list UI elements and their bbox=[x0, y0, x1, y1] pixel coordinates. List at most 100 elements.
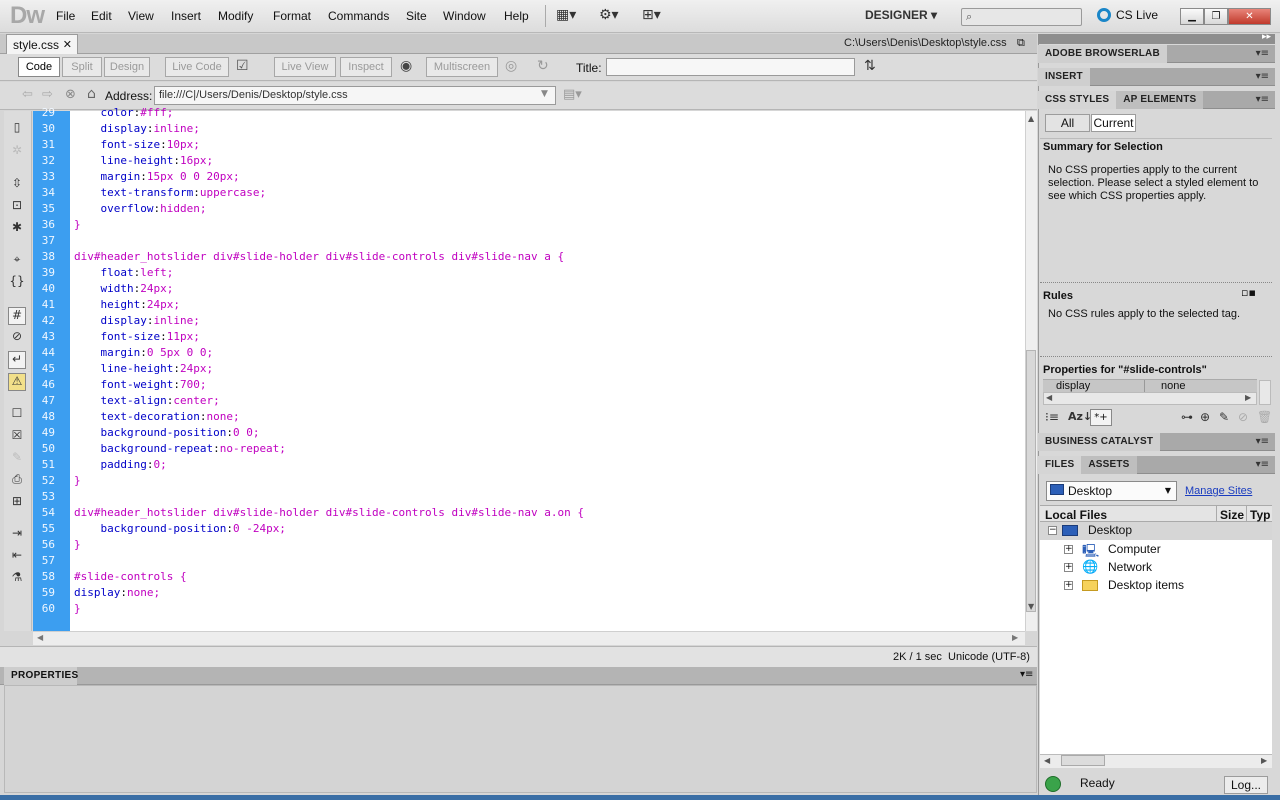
local-files-column[interactable]: Local Files bbox=[1045, 508, 1107, 522]
apply-comment-icon[interactable]: ☐ bbox=[8, 406, 26, 424]
scroll-left-icon[interactable]: ◀ bbox=[1046, 393, 1052, 402]
tree-row-network[interactable]: + 🌐 Network bbox=[1040, 558, 1272, 576]
panel-menu-icon[interactable]: ▾≡ bbox=[1256, 48, 1269, 59]
preview-browser-icon[interactable]: ◉ bbox=[400, 58, 412, 74]
browser-options-icon[interactable]: ▤▾ bbox=[563, 87, 582, 102]
design-view-button[interactable]: Design bbox=[104, 57, 150, 77]
panel-menu-icon[interactable]: ▾≡ bbox=[1256, 459, 1269, 470]
business-catalyst-tab[interactable]: BUSINESS CATALYST bbox=[1038, 433, 1161, 451]
tree-row-desktop-items[interactable]: + Desktop items bbox=[1040, 576, 1272, 594]
expand-all-icon[interactable]: ✱ bbox=[8, 220, 26, 238]
address-input[interactable]: file:///C|/Users/Denis/Desktop/style.css bbox=[154, 86, 556, 105]
splitter[interactable] bbox=[1040, 282, 1272, 288]
format-source-icon[interactable]: ⚗ bbox=[8, 570, 26, 588]
syntax-error-icon[interactable]: ⚠ bbox=[8, 373, 26, 391]
properties-vscrollbar[interactable] bbox=[1259, 380, 1271, 405]
show-alphabetical-icon[interactable]: Az↓ bbox=[1068, 410, 1092, 423]
select-parent-tag-icon[interactable]: ⌖ bbox=[8, 252, 26, 270]
menu-site[interactable]: Site bbox=[406, 9, 427, 23]
file-management-icon[interactable]: ⇅ bbox=[864, 58, 876, 74]
all-mode-button[interactable]: All bbox=[1045, 114, 1090, 132]
menu-edit[interactable]: Edit bbox=[91, 9, 112, 23]
manage-sites-link[interactable]: Manage Sites bbox=[1185, 485, 1252, 497]
browserlab-header[interactable]: ADOBE BROWSERLAB ▾≡ bbox=[1038, 45, 1275, 63]
expand-icon[interactable]: + bbox=[1064, 545, 1073, 554]
home-icon[interactable]: ⌂ bbox=[87, 86, 96, 102]
panel-menu-icon[interactable]: ▾≡ bbox=[1020, 669, 1033, 680]
current-mode-button[interactable]: Current bbox=[1091, 114, 1136, 132]
outdent-icon[interactable]: ⇤ bbox=[8, 548, 26, 566]
open-documents-icon[interactable]: ▯ bbox=[8, 120, 26, 138]
show-category-view-icon[interactable]: ⁝≡ bbox=[1045, 410, 1059, 424]
attach-stylesheet-icon[interactable]: ⊶ bbox=[1181, 410, 1193, 424]
menu-window[interactable]: Window bbox=[443, 9, 486, 23]
split-view-button[interactable]: Split bbox=[62, 57, 102, 77]
type-column[interactable]: Typ bbox=[1250, 508, 1270, 522]
restore-button[interactable]: ❐ bbox=[1204, 8, 1228, 25]
visual-aids-icon[interactable]: ◎ bbox=[505, 58, 517, 74]
delete-rule-icon[interactable]: 🗑 bbox=[1257, 410, 1272, 424]
multiscreen-button[interactable]: Multiscreen bbox=[426, 57, 498, 77]
expand-icon[interactable]: + bbox=[1064, 563, 1073, 572]
collapse-full-tag-icon[interactable]: ⇳ bbox=[8, 176, 26, 194]
show-set-properties-icon[interactable]: *+ bbox=[1090, 409, 1112, 426]
scroll-right-icon[interactable]: ▶ bbox=[1012, 633, 1018, 642]
menu-file[interactable]: File bbox=[56, 9, 75, 23]
show-code-navigator-icon[interactable]: ✲ bbox=[8, 143, 26, 161]
business-catalyst-header[interactable]: BUSINESS CATALYST ▾≡ bbox=[1038, 433, 1275, 451]
collapse-selection-icon[interactable]: ⊡ bbox=[8, 198, 26, 216]
stop-icon[interactable]: ⊗ bbox=[65, 87, 76, 102]
remove-comment-icon[interactable]: ☒ bbox=[8, 428, 26, 446]
vertical-scroll-thumb[interactable] bbox=[1026, 350, 1036, 612]
insert-header[interactable]: INSERT ▾≡ bbox=[1038, 68, 1275, 86]
panel-menu-icon[interactable]: ▾≡ bbox=[1256, 94, 1269, 105]
files-tab[interactable]: FILES bbox=[1038, 456, 1082, 474]
menu-commands[interactable]: Commands bbox=[328, 9, 389, 23]
back-icon[interactable]: ⇦ bbox=[22, 87, 33, 102]
tree-row-desktop[interactable]: − Desktop bbox=[1040, 522, 1272, 540]
property-value[interactable]: none bbox=[1144, 380, 1257, 392]
move-css-icon[interactable]: ⊞ bbox=[8, 494, 26, 512]
insert-tab[interactable]: INSERT bbox=[1038, 68, 1090, 86]
check-browser-icon[interactable]: ☑ bbox=[236, 58, 249, 74]
collapse-icon[interactable]: ▸▸ bbox=[1262, 32, 1271, 42]
panel-menu-icon[interactable]: ▾≡ bbox=[1256, 436, 1269, 447]
menu-insert[interactable]: Insert bbox=[171, 9, 201, 23]
site-select[interactable]: Desktop ▼ bbox=[1046, 481, 1177, 501]
expand-icon[interactable]: + bbox=[1064, 581, 1073, 590]
collapse-icon[interactable]: − bbox=[1048, 526, 1057, 535]
line-numbers-icon[interactable]: # bbox=[8, 307, 26, 325]
title-input[interactable] bbox=[606, 58, 855, 76]
scroll-right-icon[interactable]: ▶ bbox=[1261, 756, 1267, 765]
help-search-input[interactable]: ⌕ bbox=[961, 8, 1082, 26]
menu-help[interactable]: Help bbox=[504, 9, 529, 23]
indent-icon[interactable]: ⇥ bbox=[8, 526, 26, 544]
gear-icon[interactable]: ⚙▾ bbox=[599, 7, 619, 25]
close-tab-icon[interactable]: ✕ bbox=[63, 38, 72, 51]
site-map-icon[interactable]: ⊞▾ bbox=[642, 7, 661, 25]
css-styles-tab[interactable]: CSS STYLES bbox=[1038, 91, 1117, 109]
scroll-right-icon[interactable]: ▶ bbox=[1245, 393, 1251, 402]
live-code-button[interactable]: Live Code bbox=[165, 57, 229, 77]
scroll-left-icon[interactable]: ◀ bbox=[37, 633, 43, 642]
word-wrap-icon[interactable]: ↵ bbox=[8, 351, 26, 369]
balance-braces-icon[interactable]: {} bbox=[8, 274, 26, 292]
files-scroll-thumb[interactable] bbox=[1061, 755, 1105, 766]
menu-view[interactable]: View bbox=[128, 9, 154, 23]
restore-doc-icon[interactable]: ⧉ bbox=[1017, 36, 1025, 50]
cs-live-button[interactable]: CS Live bbox=[1097, 8, 1158, 22]
size-column[interactable]: Size bbox=[1220, 508, 1244, 522]
highlight-invalid-icon[interactable]: ⊘ bbox=[8, 329, 26, 347]
new-css-rule-icon[interactable]: ⊕ bbox=[1200, 410, 1210, 424]
live-view-button[interactable]: Live View bbox=[274, 57, 336, 77]
assets-tab[interactable]: ASSETS bbox=[1081, 456, 1137, 474]
inspect-button[interactable]: Inspect bbox=[340, 57, 392, 77]
property-row[interactable]: display none bbox=[1043, 379, 1257, 392]
log-button[interactable]: Log... bbox=[1224, 776, 1268, 794]
code-view-button[interactable]: Code bbox=[18, 57, 60, 77]
recent-snippets-icon[interactable]: ⎙ bbox=[8, 472, 26, 490]
menu-modify[interactable]: Modify bbox=[218, 9, 253, 23]
close-button[interactable]: ✕ bbox=[1228, 8, 1271, 25]
tree-row-computer[interactable]: + 🖳 Computer bbox=[1040, 540, 1272, 559]
properties-hscrollbar[interactable] bbox=[1043, 392, 1257, 405]
